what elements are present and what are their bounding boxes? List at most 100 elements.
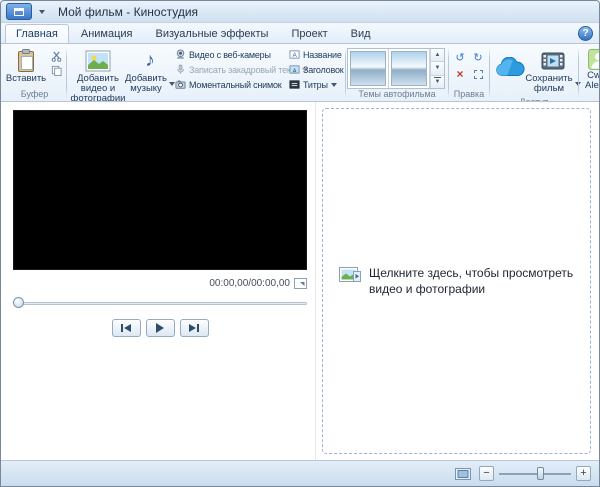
cloud-icon — [494, 48, 526, 88]
webcam-label: Видео с веб-камеры — [189, 50, 271, 60]
paste-button[interactable]: Вставить — [4, 45, 48, 87]
fullscreen-icon[interactable] — [294, 278, 307, 289]
add-music-icon: ♪ — [145, 48, 155, 73]
help-icon[interactable]: ? — [578, 26, 593, 41]
rotate-left-button[interactable]: ↺ — [452, 49, 469, 65]
group-automovie-themes: ▲ ▼ ▼ Темы автофильма — [346, 45, 448, 101]
tab-animation[interactable]: Анимация — [70, 24, 144, 43]
theme-image — [391, 51, 427, 86]
group-share: Сохранить фильм Доступ — [490, 45, 578, 101]
theme-image — [350, 51, 386, 86]
tab-view[interactable]: Вид — [340, 24, 382, 43]
app-window-icon — [14, 8, 24, 16]
avatar — [588, 47, 599, 71]
rotate-right-button[interactable]: ↻ — [470, 49, 487, 65]
gallery-down-button[interactable]: ▼ — [430, 62, 444, 75]
chevron-down-icon — [331, 83, 337, 87]
app-menu-button[interactable] — [6, 3, 32, 20]
tab-project[interactable]: Проект — [280, 24, 338, 43]
group-label-themes: Темы автофильма — [347, 89, 447, 101]
title-button[interactable]: A Название — [286, 47, 344, 62]
add-music-label: Добавить музыку — [125, 74, 167, 94]
add-video-icon — [85, 48, 111, 73]
storyboard-dropzone[interactable]: Щелкните здесь, чтобы просмотреть видео … — [322, 108, 591, 454]
gallery-up-button[interactable]: ▲ — [430, 49, 444, 62]
photo-video-icon — [339, 265, 361, 284]
select-all-button[interactable] — [470, 66, 487, 82]
next-frame-button[interactable] — [180, 319, 209, 337]
group-clipboard: Вставить — [3, 45, 66, 101]
zoom-out-button[interactable]: − — [479, 466, 494, 481]
timecode: 00:00,00/00:00,00 — [209, 278, 290, 289]
remove-icon: × — [456, 67, 463, 81]
video-preview[interactable] — [13, 110, 307, 270]
remove-button[interactable]: × — [452, 66, 469, 82]
account-button[interactable]: Cwer Alex — [579, 45, 599, 101]
rotate-right-icon: ↻ — [473, 51, 482, 64]
seek-bar[interactable] — [13, 298, 307, 309]
cut-icon — [51, 51, 62, 62]
save-movie-label: Сохранить фильм — [525, 74, 572, 94]
gallery-scroll: ▲ ▼ ▼ — [430, 49, 444, 88]
group-label-edit: Правка — [450, 89, 488, 101]
webcam-icon — [175, 49, 186, 60]
zoom-in-button[interactable]: + — [576, 466, 591, 481]
copy-icon — [51, 65, 62, 76]
window-title: Мой фильм - Киностудия — [58, 5, 198, 19]
ribbon-tab-row: Главная Анимация Визуальные эффекты Прое… — [1, 23, 599, 44]
webcam-video-button[interactable]: Видео с веб-камеры — [172, 47, 286, 62]
onedrive-button[interactable] — [491, 45, 529, 92]
theme-thumbnail-2[interactable] — [389, 49, 430, 88]
zoom-thumb[interactable] — [537, 467, 544, 480]
title-label: Название — [303, 50, 342, 60]
save-movie-icon — [541, 48, 565, 73]
credits-slide-icon — [289, 79, 300, 90]
add-music-button[interactable]: ♪ Добавить музыку — [128, 45, 172, 97]
cut-button[interactable] — [48, 49, 65, 63]
previous-frame-button[interactable] — [112, 319, 141, 337]
next-frame-icon — [189, 324, 199, 332]
record-narration-label: Записать закадровый текст — [189, 65, 299, 75]
group-add: Добавить видео и фотографии ♪ Добавить м… — [67, 45, 345, 101]
storyboard-hint-text: Щелкните здесь, чтобы просмотреть видео … — [369, 265, 590, 297]
theme-thumbnail-1[interactable] — [348, 49, 389, 88]
zoom-slider[interactable] — [499, 466, 571, 481]
gallery-more-button[interactable]: ▼ — [430, 76, 444, 88]
record-narration-button[interactable]: Записать закадровый текст — [172, 62, 286, 77]
play-button[interactable] — [146, 319, 175, 337]
add-video-button[interactable]: Добавить видео и фотографии — [68, 45, 128, 102]
main-area: 00:00,00/00:00,00 — [1, 102, 599, 460]
select-all-icon — [474, 70, 483, 79]
zoom-track[interactable] — [499, 473, 571, 475]
tab-visual-effects[interactable]: Визуальные эффекты — [145, 24, 280, 43]
copy-button[interactable] — [48, 63, 65, 77]
tab-home[interactable]: Главная — [5, 24, 69, 43]
playback-controls — [13, 319, 307, 337]
credits-button[interactable]: Титры — [286, 77, 344, 92]
add-video-label: Добавить видео и фотографии — [70, 74, 126, 102]
more-icon: ▼ — [435, 79, 441, 85]
themes-gallery: ▲ ▼ ▼ — [347, 48, 445, 89]
paste-icon — [16, 48, 36, 73]
preview-size-button[interactable] — [452, 465, 474, 482]
time-row: 00:00,00/00:00,00 — [13, 277, 307, 290]
caption-label: Заголовок — [303, 65, 344, 75]
paste-label: Вставить — [6, 74, 46, 84]
save-movie-button[interactable]: Сохранить фильм — [529, 45, 577, 97]
quick-access-dropdown[interactable] — [36, 5, 48, 19]
preview-size-icon — [455, 468, 471, 480]
account-name-line2: Alex — [585, 81, 599, 91]
group-edit: ↺ ↻ × Правка — [449, 45, 489, 101]
preview-pane: 00:00,00/00:00,00 — [1, 102, 316, 460]
caption-button[interactable]: A Заголовок — [286, 62, 344, 77]
storyboard-pane: Щелкните здесь, чтобы просмотреть видео … — [316, 102, 599, 460]
seek-thumb[interactable] — [13, 297, 24, 308]
seek-track[interactable] — [13, 302, 307, 305]
svg-text:A: A — [293, 69, 297, 75]
chevron-down-icon — [39, 10, 45, 14]
snapshot-button[interactable]: Моментальный снимок — [172, 77, 286, 92]
movie-maker-window: Мой фильм - Киностудия Главная Анимация … — [0, 0, 600, 487]
storyboard-hint: Щелкните здесь, чтобы просмотреть видео … — [339, 265, 590, 297]
ribbon: Вставить — [1, 44, 599, 102]
previous-frame-icon — [121, 324, 131, 332]
